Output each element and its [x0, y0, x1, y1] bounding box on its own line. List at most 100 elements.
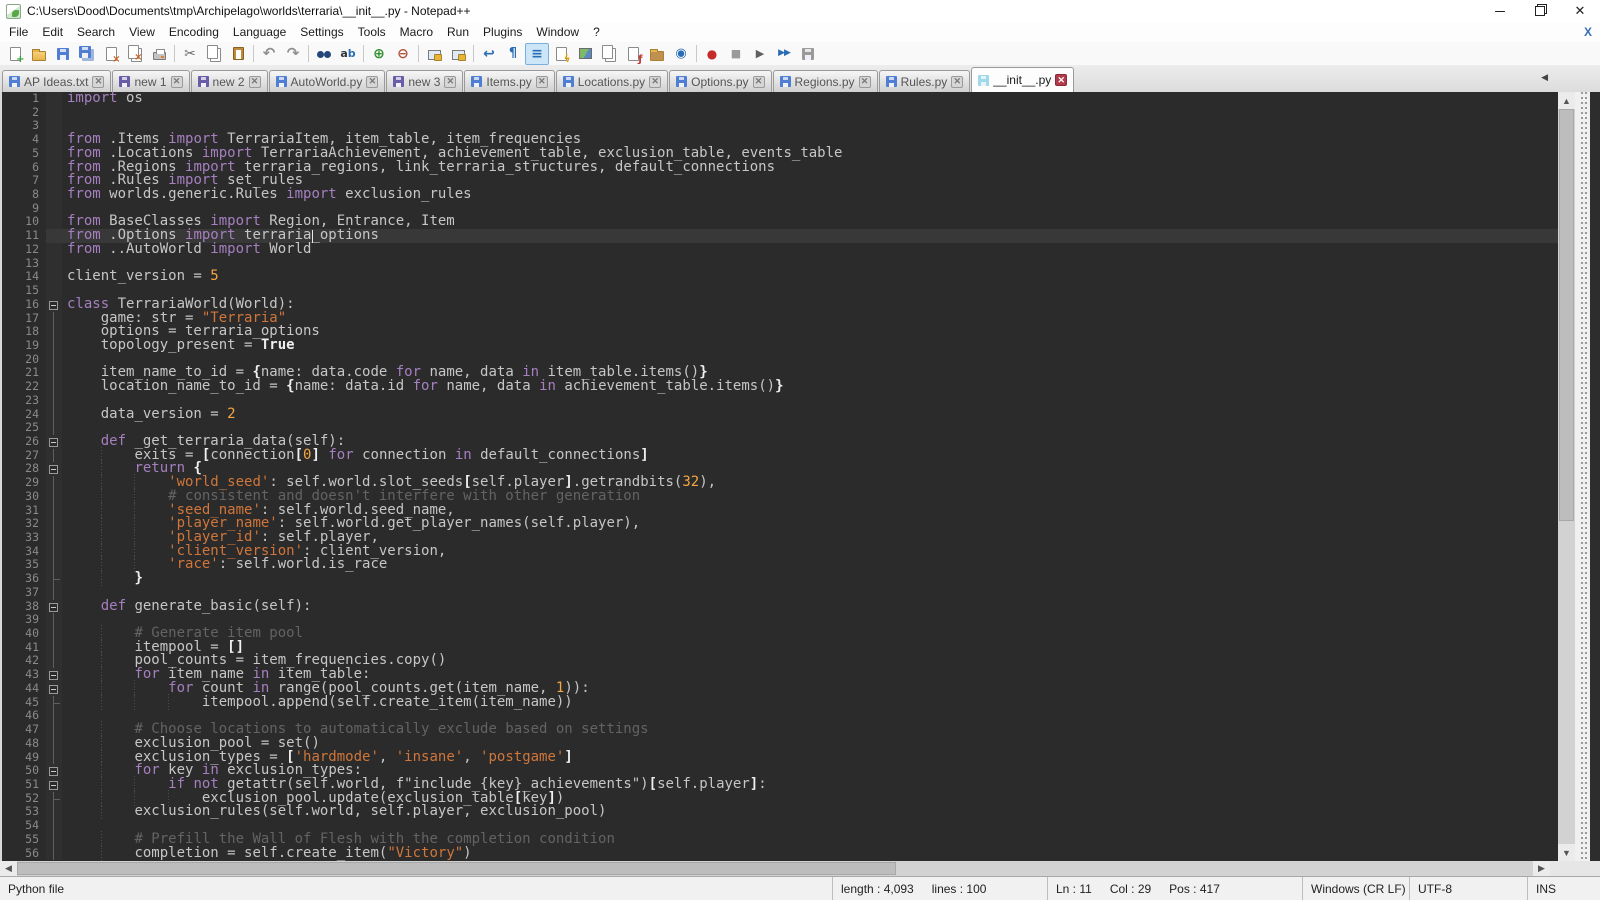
folder-as-workspace-button[interactable] — [645, 43, 669, 65]
sync-vertical-scrolling-button[interactable] — [422, 43, 446, 65]
fold-margin-cell[interactable] — [46, 668, 62, 682]
menu-view[interactable]: View — [122, 23, 162, 41]
fold-collapse-marker[interactable] — [49, 767, 58, 776]
fold-margin-cell[interactable] — [46, 298, 62, 312]
tab-ap-ideas-txt[interactable]: AP Ideas.txt✕ — [2, 70, 111, 92]
fold-margin-cell[interactable] — [46, 764, 62, 778]
document-map-button[interactable] — [573, 43, 597, 65]
redo-button[interactable]: ↷ — [281, 43, 305, 65]
menu-encoding[interactable]: Encoding — [162, 23, 226, 41]
tab-rules-py[interactable]: Rules.py✕ — [879, 70, 971, 92]
scroll-left-arrow[interactable]: ◀ — [0, 861, 17, 876]
fold-margin-cell[interactable] — [46, 778, 62, 792]
menu-run[interactable]: Run — [440, 23, 476, 41]
scroll-up-arrow[interactable]: ▲ — [1558, 92, 1575, 109]
menu-search[interactable]: Search — [70, 23, 122, 41]
fold-collapse-marker[interactable] — [49, 781, 58, 790]
tab-close-icon[interactable]: ✕ — [859, 76, 871, 88]
tab-new-3[interactable]: new 3✕ — [386, 70, 463, 92]
show-all-characters-button[interactable]: ¶ — [501, 43, 525, 65]
function-list-button[interactable]: ƒ — [621, 43, 645, 65]
replace-button[interactable]: ab — [336, 43, 360, 65]
close-window-button[interactable]: ✕ — [1560, 0, 1600, 22]
vertical-scroll-track[interactable] — [1558, 109, 1575, 844]
open-file-button[interactable] — [27, 43, 51, 65]
macro-playback-button[interactable]: ▶ — [748, 43, 772, 65]
tab-options-py[interactable]: Options.py✕ — [669, 70, 771, 92]
save-button[interactable] — [51, 43, 75, 65]
sync-horizontal-scrolling-button[interactable] — [446, 43, 470, 65]
menu-macro[interactable]: Macro — [393, 23, 440, 41]
copy-button[interactable] — [202, 43, 226, 65]
show-indent-guide-button[interactable]: ≡ — [525, 43, 549, 65]
print-button[interactable] — [147, 43, 171, 65]
tab-new-2[interactable]: new 2✕ — [191, 70, 268, 92]
fold-collapse-marker[interactable] — [49, 685, 58, 694]
menu-plugins[interactable]: Plugins — [476, 23, 529, 41]
fold-collapse-marker[interactable] — [49, 301, 58, 310]
monitoring-button[interactable]: ◉ — [669, 43, 693, 65]
horizontal-scroll-track[interactable] — [17, 861, 1533, 876]
zoom-in-button[interactable]: ⊕ — [367, 43, 391, 65]
code-editor[interactable]: 1import os234from .Items import Terraria… — [2, 92, 1558, 861]
macro-save-button[interactable] — [796, 43, 820, 65]
fold-collapse-marker[interactable] — [49, 603, 58, 612]
close-all-documents-button[interactable]: × — [123, 43, 147, 65]
vertical-scrollbar[interactable]: ▲ ▼ — [1558, 92, 1575, 861]
macro-record-button[interactable]: ● — [700, 43, 724, 65]
tab-regions-py[interactable]: Regions.py✕ — [773, 70, 878, 92]
menu-settings[interactable]: Settings — [293, 23, 350, 41]
user-defined-language-button[interactable]: ϟ — [549, 43, 573, 65]
status-eol-format[interactable]: Windows (CR LF) — [1303, 877, 1410, 900]
tab-close-icon[interactable]: ✕ — [171, 76, 183, 88]
tab-locations-py[interactable]: Locations.py✕ — [556, 70, 668, 92]
tab-close-icon[interactable]: ✕ — [444, 76, 456, 88]
fold-collapse-marker[interactable] — [49, 465, 58, 474]
vertical-scroll-thumb[interactable] — [1559, 109, 1574, 521]
fold-margin-cell[interactable] — [46, 462, 62, 476]
fold-margin-cell[interactable] — [46, 600, 62, 614]
save-all-button[interactable] — [75, 43, 99, 65]
undo-button[interactable]: ↶ — [257, 43, 281, 65]
find-button[interactable] — [312, 43, 336, 65]
fold-collapse-marker[interactable] — [49, 438, 58, 447]
word-wrap-button[interactable]: ↩ — [477, 43, 501, 65]
horizontal-scroll-thumb[interactable] — [17, 862, 896, 875]
minimize-button[interactable] — [1480, 0, 1520, 22]
tab-close-icon[interactable]: ✕ — [753, 76, 765, 88]
macro-run-multiple-button[interactable]: ▶▶ — [772, 43, 796, 65]
menu-help[interactable]: ? — [586, 23, 607, 41]
close-document-x-button[interactable]: X — [1576, 25, 1600, 39]
tab-scroll-left-button[interactable]: ◀ — [1541, 72, 1548, 83]
tab-close-icon[interactable]: ✕ — [92, 76, 104, 88]
menu-file[interactable]: File — [2, 23, 35, 41]
tab--init-py[interactable]: __init__.py✕ — [971, 67, 1074, 92]
menu-edit[interactable]: Edit — [35, 23, 70, 41]
maximize-button[interactable] — [1520, 0, 1560, 22]
view-splitter-grip[interactable] — [1579, 92, 1590, 861]
scroll-down-arrow[interactable]: ▼ — [1558, 844, 1575, 861]
tab-close-icon[interactable]: ✕ — [536, 76, 548, 88]
fold-collapse-marker[interactable] — [49, 671, 58, 680]
tab-close-icon[interactable]: ✕ — [649, 76, 661, 88]
paste-button[interactable] — [226, 43, 250, 65]
scroll-right-arrow[interactable]: ▶ — [1533, 861, 1550, 876]
tab-autoworld-py[interactable]: AutoWorld.py✕ — [269, 70, 386, 92]
macro-stop-button[interactable]: ■ — [724, 43, 748, 65]
tab-close-icon[interactable]: ✕ — [951, 76, 963, 88]
menu-language[interactable]: Language — [226, 23, 293, 41]
fold-margin-cell[interactable] — [46, 435, 62, 449]
zoom-out-button[interactable]: ⊖ — [391, 43, 415, 65]
new-file-button[interactable]: + — [3, 43, 27, 65]
tab-new-1[interactable]: new 1✕ — [112, 70, 189, 92]
document-list-button[interactable] — [597, 43, 621, 65]
status-insert-mode[interactable]: INS — [1528, 877, 1600, 900]
fold-margin-cell[interactable] — [46, 682, 62, 696]
menu-tools[interactable]: Tools — [351, 23, 393, 41]
cut-button[interactable]: ✂ — [178, 43, 202, 65]
horizontal-scrollbar[interactable]: ◀ ▶ — [0, 861, 1600, 876]
tab-close-icon[interactable]: ✕ — [249, 76, 261, 88]
menu-window[interactable]: Window — [529, 23, 586, 41]
tab-close-icon[interactable]: ✕ — [366, 76, 378, 88]
status-encoding[interactable]: UTF-8 — [1410, 877, 1528, 900]
